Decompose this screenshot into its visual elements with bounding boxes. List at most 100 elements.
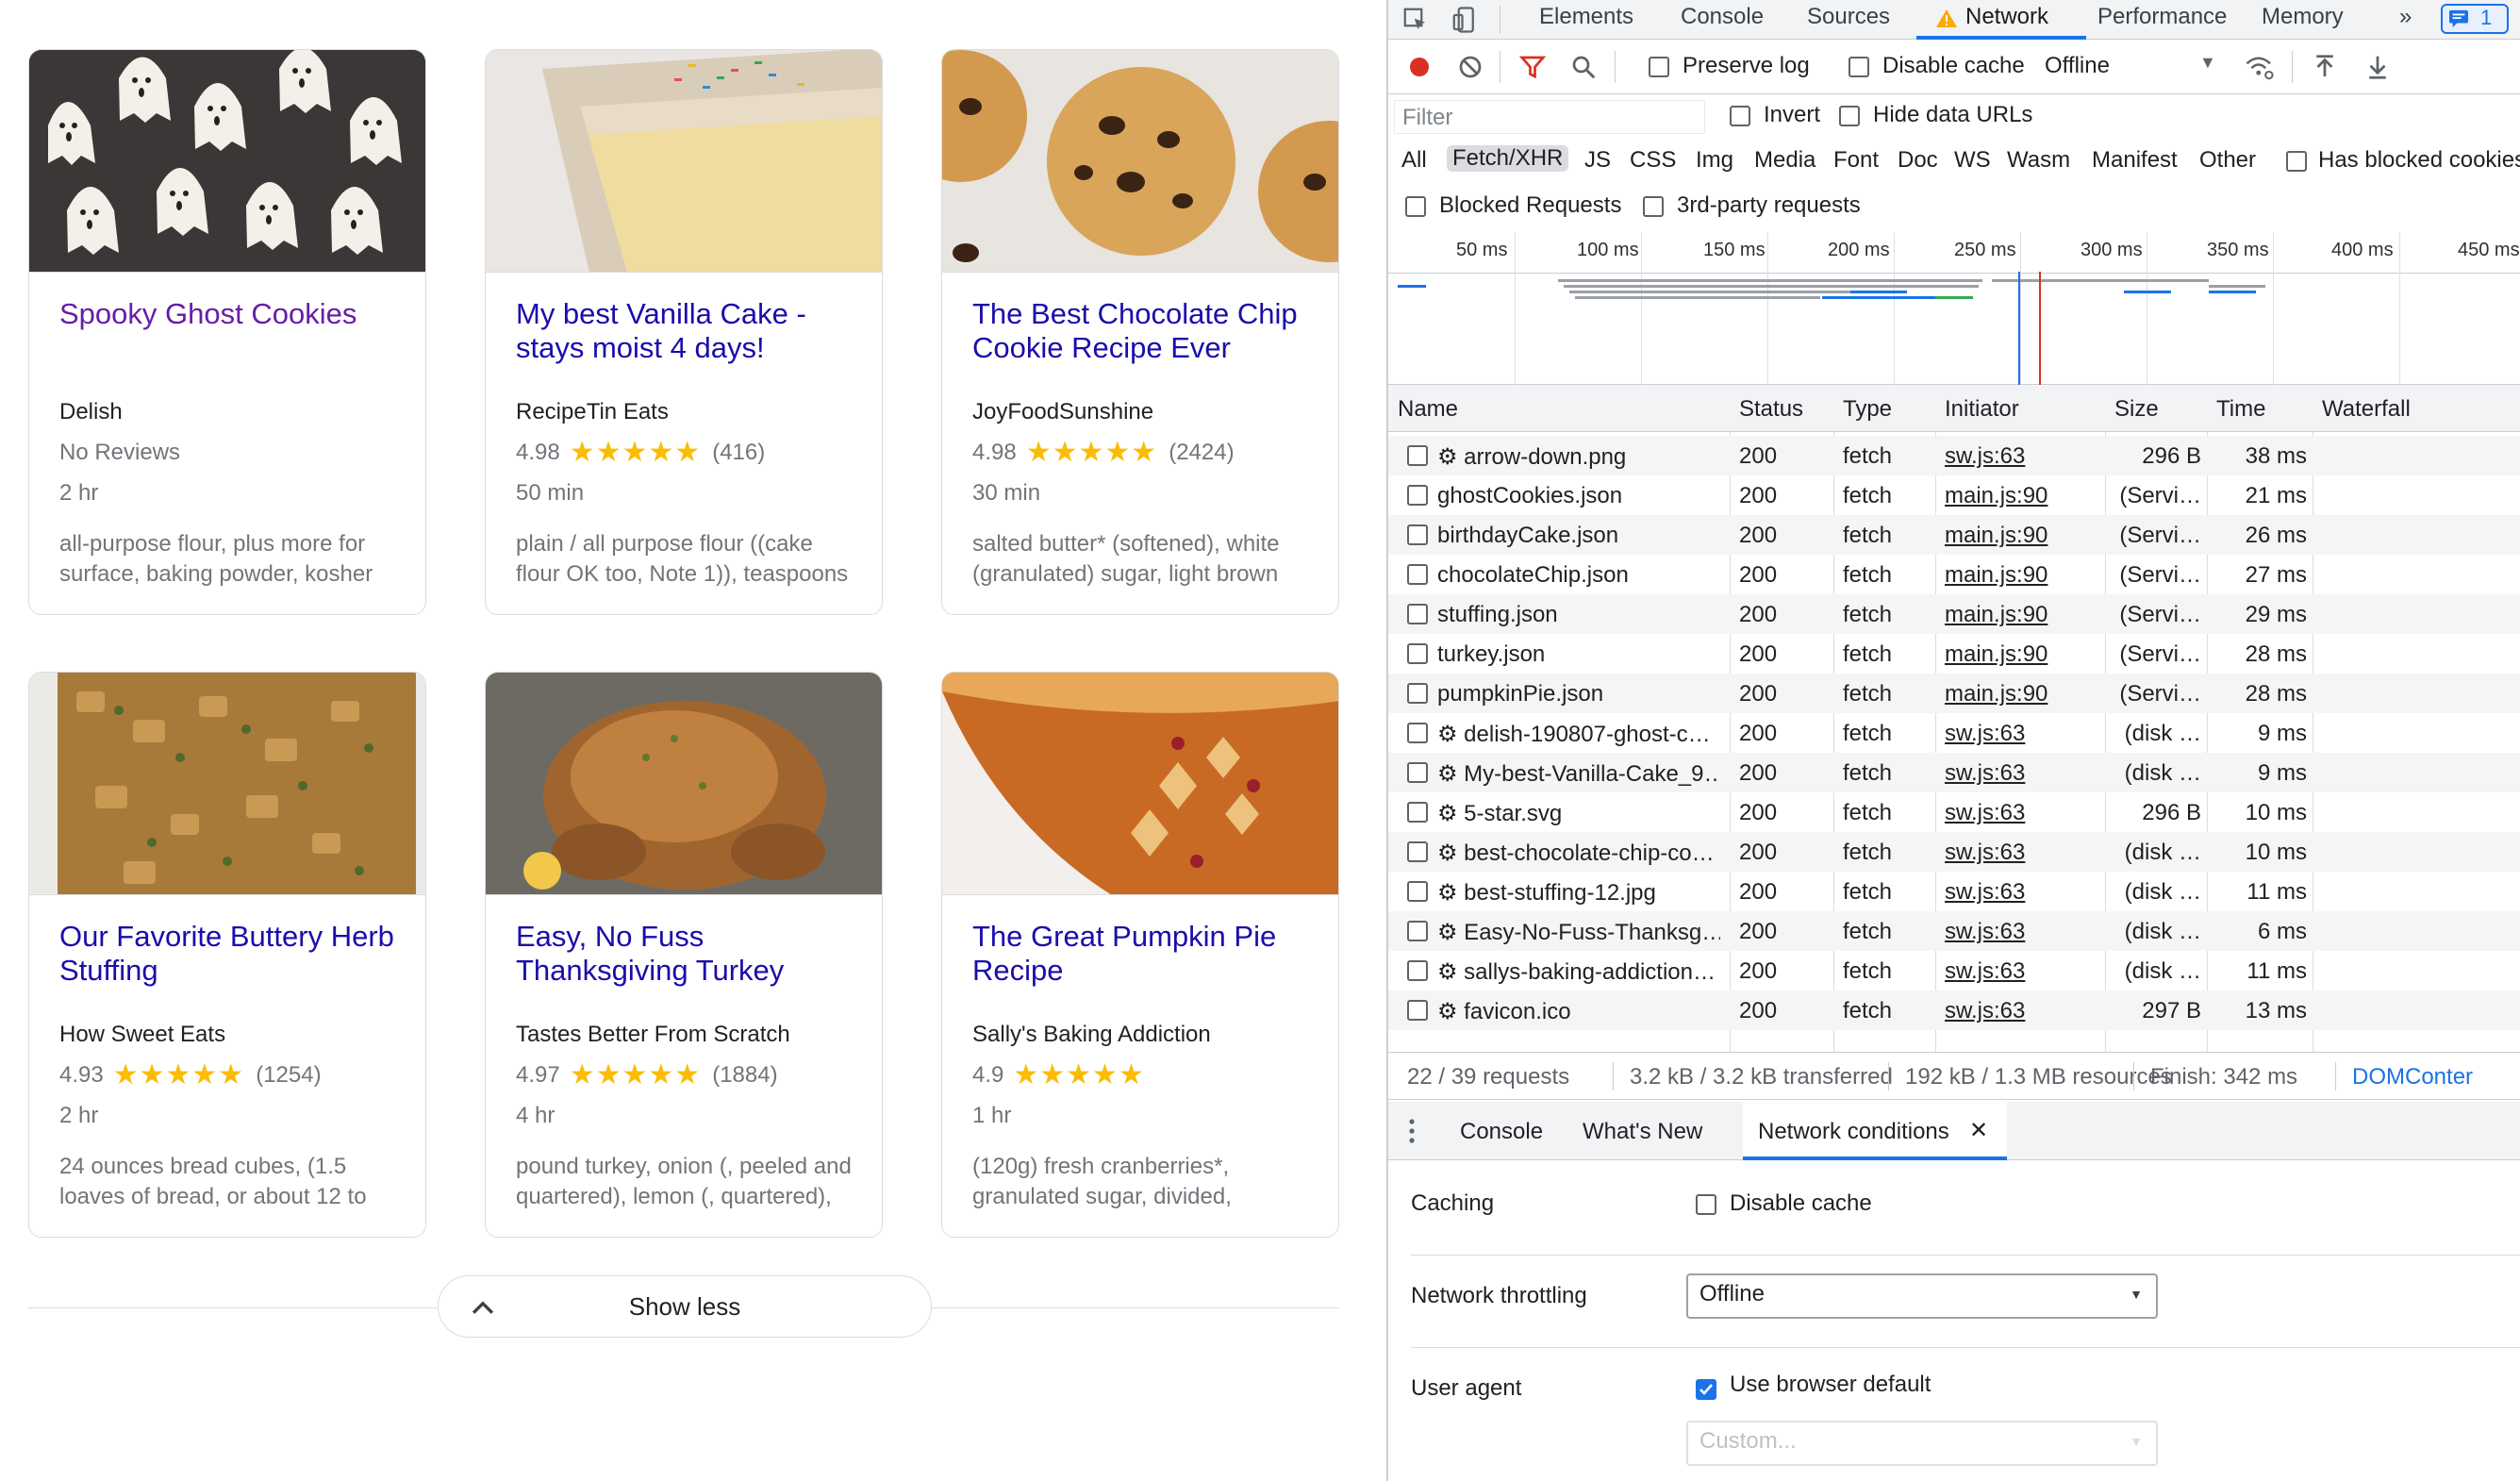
tab-performance[interactable]: Performance [2097,4,2227,30]
row-checkbox[interactable] [1407,841,1428,862]
use-browser-default-checkbox[interactable] [1696,1378,1716,1400]
row-checkbox[interactable] [1407,960,1428,981]
recipe-title[interactable]: Our Favorite Buttery Herb Stuffing [59,920,395,1022]
type-filter-other[interactable]: Other [2199,147,2256,174]
record-icon[interactable] [1405,53,1434,81]
table-row[interactable]: stuffing.json 200 fetch main.js:90 (Servi… 29… [1388,594,2520,634]
drawer-tab-console[interactable]: Console [1460,1119,1543,1145]
drawer-menu-icon[interactable] [1407,1117,1417,1145]
issues-badge[interactable]: 1 [2441,4,2509,34]
request-initiator[interactable]: sw.js:63 [1945,958,2096,985]
column-header-type[interactable]: Type [1843,396,1892,423]
recipe-title[interactable]: The Great Pumpkin Pie Recipe [972,920,1308,1022]
drawer-disable-cache-checkbox[interactable] [1696,1194,1716,1215]
search-icon[interactable] [1569,53,1598,81]
request-initiator[interactable]: main.js:90 [1945,681,2096,707]
device-toolbar-icon[interactable] [1451,6,1479,34]
row-checkbox[interactable] [1407,723,1428,743]
more-tabs-icon[interactable]: » [2399,4,2412,30]
table-row[interactable]: ⚙ best-stuffing-12.jpg 200 fetch sw.js:63 (d… [1388,872,2520,911]
type-filter-font[interactable]: Font [1833,147,1879,174]
type-filter-media[interactable]: Media [1754,147,1815,174]
tab-network[interactable]: Network [1965,4,2048,30]
type-filter-all[interactable]: All [1401,147,1427,174]
request-initiator[interactable]: sw.js:63 [1945,721,2096,747]
tab-sources[interactable]: Sources [1807,4,1890,30]
recipe-card[interactable]: My best Vanilla Cake - stays moist 4 day… [485,49,883,615]
table-row[interactable]: ⚙ favicon.ico 200 fetch sw.js:63 297 B 13 ms [1388,990,2520,1030]
table-row[interactable]: ⚙ Easy-No-Fuss-Thanksg… 200 fetch sw.js:63 (… [1388,911,2520,951]
table-row[interactable]: ⚙ delish-190807-ghost-c… 200 fetch sw.js:63… [1388,713,2520,753]
hide-data-urls-checkbox[interactable] [1839,106,1860,126]
table-row[interactable]: pumpkinPie.json 200 fetch main.js:90 (Servi…… [1388,674,2520,713]
recipe-card[interactable]: Our Favorite Buttery Herb Stuffing How S… [28,672,426,1238]
has-blocked-cookies-checkbox[interactable] [2286,151,2307,172]
filter-icon[interactable] [1518,53,1547,81]
table-row[interactable]: turkey.json 200 fetch main.js:90 (Servi… 28 m… [1388,634,2520,674]
recipe-card[interactable]: The Best Chocolate Chip Cookie Recipe Ev… [941,49,1339,615]
type-filter-css[interactable]: CSS [1630,147,1676,174]
type-filter-img[interactable]: Img [1696,147,1733,174]
table-row[interactable]: birthdayCake.json 200 fetch main.js:90 (Serv… [1388,515,2520,555]
row-checkbox[interactable] [1407,485,1428,506]
table-row[interactable]: ⚙ best-chocolate-chip-co… 200 fetch sw.js:6… [1388,832,2520,872]
request-initiator[interactable]: sw.js:63 [1945,879,2096,906]
request-initiator[interactable]: sw.js:63 [1945,919,2096,945]
recipe-title[interactable]: My best Vanilla Cake - stays moist 4 day… [516,297,852,399]
table-row[interactable]: ⚙ arrow-down.png 200 fetch sw.js:63 296 B 38 … [1388,436,2520,475]
inspect-element-icon[interactable] [1401,6,1430,34]
row-checkbox[interactable] [1407,802,1428,823]
row-checkbox[interactable] [1407,762,1428,783]
row-checkbox[interactable] [1407,683,1428,704]
third-party-checkbox[interactable] [1643,196,1664,217]
request-initiator[interactable]: sw.js:63 [1945,840,2096,866]
request-initiator[interactable]: sw.js:63 [1945,800,2096,826]
recipe-card[interactable]: Spooky Ghost Cookies Delish No Reviews 2… [28,49,426,615]
column-header-initiator[interactable]: Initiator [1945,396,2019,423]
drawer-tab-network-conditions[interactable]: Network conditions ✕ [1743,1102,2007,1160]
column-header-waterfall[interactable]: Waterfall [2322,396,2411,423]
type-filter-manifest[interactable]: Manifest [2092,147,2178,174]
request-initiator[interactable]: main.js:90 [1945,562,2096,589]
recipe-title[interactable]: The Best Chocolate Chip Cookie Recipe Ev… [972,297,1308,399]
row-checkbox[interactable] [1407,564,1428,585]
row-checkbox[interactable] [1407,921,1428,941]
type-filter-wasm[interactable]: Wasm [2007,147,2070,174]
network-overview-timeline[interactable]: 50 ms 100 ms 150 ms 200 ms 250 ms 300 ms… [1388,232,2520,385]
table-row[interactable]: ghostCookies.json 200 fetch main.js:90 (Serv… [1388,475,2520,515]
request-initiator[interactable]: main.js:90 [1945,523,2096,549]
network-throttling-select[interactable]: Offline ▼ [1686,1273,2158,1319]
import-har-icon[interactable] [2311,53,2339,81]
request-initiator[interactable]: main.js:90 [1945,641,2096,668]
recipe-card[interactable]: Easy, No Fuss Thanksgiving Turkey Tastes… [485,672,883,1238]
tab-console[interactable]: Console [1681,4,1764,30]
throttling-select[interactable]: Offline [2045,53,2110,79]
table-row[interactable]: ⚙ 5-star.svg 200 fetch sw.js:63 296 B 10 ms [1388,792,2520,832]
recipe-title[interactable]: Easy, No Fuss Thanksgiving Turkey [516,920,852,1022]
row-checkbox[interactable] [1407,1000,1428,1021]
row-checkbox[interactable] [1407,445,1428,466]
type-filter-ws[interactable]: WS [1954,147,1991,174]
tab-memory[interactable]: Memory [2262,4,2344,30]
type-filter-js[interactable]: JS [1584,147,1611,174]
row-checkbox[interactable] [1407,643,1428,664]
column-header-size[interactable]: Size [2114,396,2159,423]
column-header-status[interactable]: Status [1739,396,1803,423]
request-initiator[interactable]: sw.js:63 [1945,443,2096,470]
show-less-button[interactable]: Show less [438,1275,932,1338]
clear-icon[interactable] [1456,53,1484,81]
request-initiator[interactable]: sw.js:63 [1945,760,2096,787]
table-row[interactable]: ⚙ My-best-Vanilla-Cake_9… 200 fetch sw.js:6… [1388,753,2520,792]
row-checkbox[interactable] [1407,604,1428,624]
request-initiator[interactable]: sw.js:63 [1945,998,2096,1024]
recipe-title[interactable]: Spooky Ghost Cookies [59,297,395,399]
filter-input[interactable]: Filter [1394,100,1705,134]
type-filter-doc[interactable]: Doc [1898,147,1938,174]
blocked-requests-checkbox[interactable] [1405,196,1426,217]
table-row[interactable]: ⚙ sallys-baking-addiction… 200 fetch sw.js:… [1388,951,2520,990]
drawer-tab-whats-new[interactable]: What's New [1583,1119,1702,1145]
column-header-name[interactable]: Name [1398,396,1458,423]
row-checkbox[interactable] [1407,524,1428,545]
tab-elements[interactable]: Elements [1539,4,1633,30]
type-filter-fetch-xhr[interactable]: Fetch/XHR [1447,145,1569,172]
